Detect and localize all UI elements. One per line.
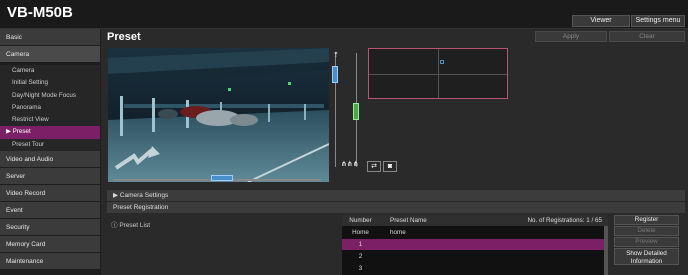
overview-v-line (438, 49, 439, 98)
show-detail-line2: Information (630, 257, 663, 265)
sidebar-item-event[interactable]: Event (0, 202, 100, 220)
show-detailed-info-button[interactable]: Show Detailed Information (614, 248, 679, 265)
sidebar-sub-panorama[interactable]: Panorama (0, 101, 100, 115)
main-panel: Preset Apply Clear ⇡ ⋔⋔⋔ ⇄ ◙ ▶ Camera Se… (101, 29, 688, 275)
table-row[interactable]: 2 (342, 251, 604, 262)
row-name: home (390, 229, 406, 236)
preset-table-header: Number Preset Name No. of Registrations:… (342, 215, 608, 226)
sidebar-sub-preset[interactable]: ▶ Preset (0, 126, 100, 139)
sidebar-sub-initial-setting[interactable]: Initial Setting (0, 77, 100, 90)
col-number-header: Number (349, 217, 372, 224)
camera-settings-toggle[interactable]: ▶ Camera Settings (107, 190, 685, 201)
row-number: 3 (358, 265, 363, 272)
settings-menu-button[interactable]: Settings menu (631, 15, 685, 27)
preset-registration-header: Preset Registration (107, 202, 685, 213)
preset-list-label: ⓘ Preset List (111, 219, 150, 229)
col-name-header: Preset Name (390, 217, 427, 224)
row-number: 2 (358, 253, 363, 260)
zoom-tele-icon: ⇡ (333, 52, 339, 59)
top-bar: VB-M50B Viewer Settings menu (0, 0, 688, 29)
panorama-overview[interactable] (368, 48, 508, 99)
sidebar-item-security[interactable]: Security (0, 219, 100, 237)
sidebar-item-maintenance[interactable]: Maintenance (0, 253, 100, 271)
register-button[interactable]: Register (614, 215, 679, 225)
apply-button[interactable]: Apply (535, 31, 607, 42)
pan-slider-thumb[interactable] (211, 175, 233, 181)
viewer-button[interactable]: Viewer (572, 15, 630, 27)
overview-position-marker[interactable] (440, 60, 444, 64)
parking-garage-scene (108, 48, 329, 182)
page-title: Preset (107, 31, 141, 43)
row-number: Home (352, 229, 369, 236)
table-scrollbar[interactable] (604, 226, 608, 275)
delete-button[interactable]: Delete (614, 226, 679, 236)
info-icon: ⓘ (111, 222, 118, 229)
sidebar-sub-day-night[interactable]: Day/Night Mode Focus (0, 89, 100, 102)
show-detail-line1: Show Detailed (626, 250, 667, 257)
sidebar-sub-camera[interactable]: Camera (0, 65, 100, 78)
sidebar-item-video-audio[interactable]: Video and Audio (0, 151, 100, 169)
sidebar-item-video-record[interactable]: Video Record (0, 185, 100, 203)
sidebar-item-camera[interactable]: Camera (0, 46, 100, 63)
table-row[interactable]: Home home (342, 227, 604, 238)
focus-slider-thumb[interactable] (353, 103, 359, 120)
clear-button[interactable]: Clear (609, 31, 685, 42)
table-row[interactable]: 1 (342, 239, 604, 250)
table-row[interactable]: 3 (342, 263, 604, 274)
focus-icon: ⋔⋔⋔ (341, 161, 359, 168)
zoom-slider-thumb[interactable] (332, 66, 338, 83)
backlight-icon[interactable]: ⇄ (367, 161, 381, 172)
sidebar-sub-preset-tour[interactable]: Preset Tour (0, 138, 100, 152)
sidebar-item-server[interactable]: Server (0, 168, 100, 186)
camera-video-preview[interactable] (108, 48, 329, 182)
sidebar-item-basic[interactable]: Basic (0, 29, 100, 46)
camera-snapshot-icon[interactable]: ◙ (383, 161, 397, 172)
sidebar-item-memory-card[interactable]: Memory Card (0, 236, 100, 254)
sidebar-sub-restrict-view[interactable]: Restrict View (0, 114, 100, 127)
row-number: 1 (358, 241, 363, 248)
sidebar: Basic Camera Camera Initial Setting Day/… (0, 29, 101, 275)
preview-button[interactable]: Preview (614, 237, 679, 247)
preset-list-text: Preset List (119, 222, 151, 229)
preset-table: Number Preset Name No. of Registrations:… (342, 215, 608, 275)
registration-count: No. of Registrations: 1 / 65 (527, 217, 602, 224)
brand-title: VB-M50B (7, 4, 73, 21)
